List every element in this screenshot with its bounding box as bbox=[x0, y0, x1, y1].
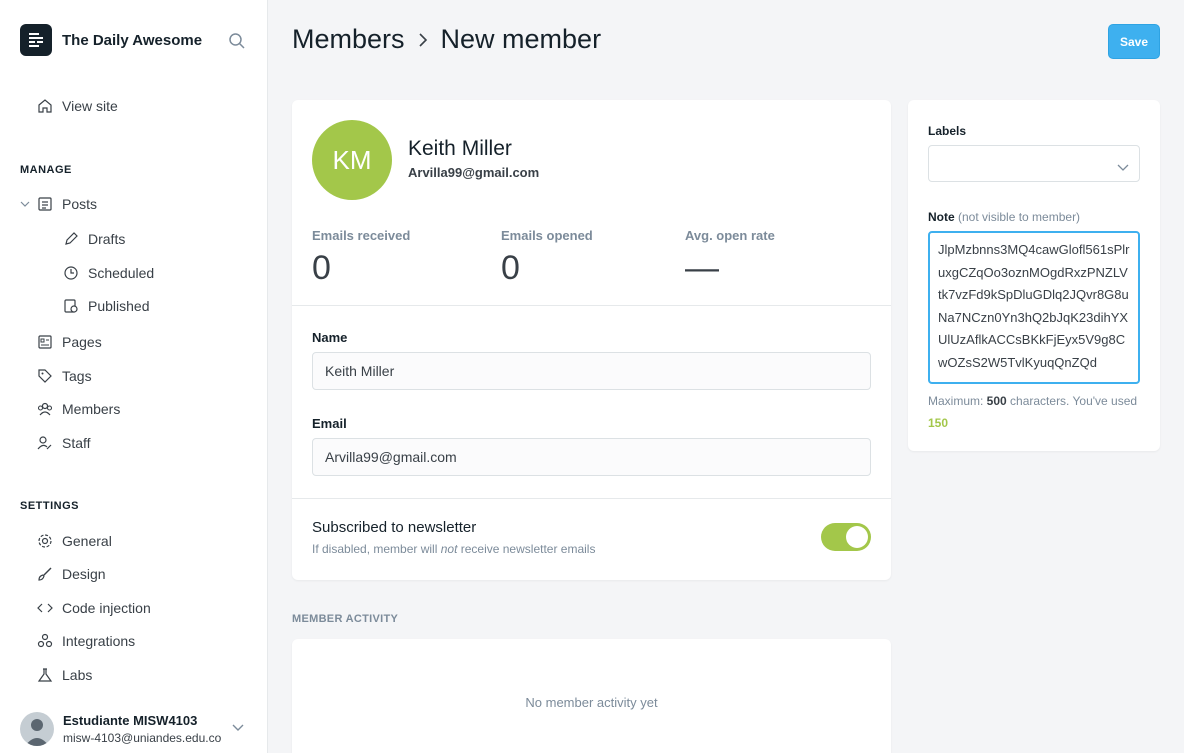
member-email: Arvilla99@gmail.com bbox=[408, 165, 540, 180]
email-label: Email bbox=[312, 416, 347, 431]
nav-general-label: General bbox=[62, 533, 112, 549]
members-icon bbox=[36, 400, 54, 418]
nav-scheduled-label: Scheduled bbox=[88, 265, 155, 281]
nav-labs[interactable]: Labs bbox=[36, 666, 92, 684]
stat-emails-received: Emails received 0 bbox=[312, 228, 410, 288]
stat-value: 0 bbox=[312, 249, 331, 287]
newsletter-title: Subscribed to newsletter bbox=[312, 519, 477, 536]
user-name: Estudiante MISW4103 bbox=[63, 713, 198, 728]
nav-scheduled[interactable]: Scheduled bbox=[62, 264, 154, 282]
nav-general[interactable]: General bbox=[36, 532, 112, 550]
nav-members[interactable]: Members bbox=[36, 400, 120, 418]
nav-drafts[interactable]: Drafts bbox=[62, 230, 125, 248]
integrations-icon bbox=[36, 632, 54, 650]
nav-design[interactable]: Design bbox=[36, 565, 106, 583]
stat-value: — bbox=[685, 249, 719, 287]
nav-view-site-label: View site bbox=[62, 98, 118, 114]
sidebar: The Daily Awesome View site MANAGE Posts… bbox=[0, 0, 268, 753]
manage-section-label: MANAGE bbox=[20, 164, 72, 176]
nav-posts-label: Posts bbox=[62, 196, 98, 212]
nav-code-injection[interactable]: Code injection bbox=[36, 599, 151, 617]
save-button[interactable]: Save bbox=[1108, 24, 1160, 59]
breadcrumb: Members New member bbox=[292, 24, 601, 55]
labels-select[interactable] bbox=[928, 145, 1140, 182]
nav-drafts-label: Drafts bbox=[88, 231, 126, 247]
flask-icon bbox=[36, 666, 54, 684]
member-name: Keith Miller bbox=[408, 137, 512, 160]
name-field[interactable]: Keith Miller bbox=[312, 352, 871, 390]
newsletter-toggle[interactable] bbox=[821, 523, 871, 551]
breadcrumb-members-link[interactable]: Members bbox=[292, 24, 405, 55]
member-activity-heading: MEMBER ACTIVITY bbox=[292, 613, 399, 625]
brand-title: The Daily Awesome bbox=[62, 31, 203, 49]
member-side-card: Labels Note (not visible to member) JlpM… bbox=[908, 100, 1160, 451]
brand[interactable]: The Daily Awesome bbox=[20, 24, 202, 56]
activity-empty-text: No member activity yet bbox=[525, 695, 658, 710]
nav-pages[interactable]: Pages bbox=[36, 333, 102, 351]
nav-design-label: Design bbox=[62, 566, 106, 582]
code-icon bbox=[36, 599, 54, 617]
stat-label: Emails received bbox=[312, 228, 411, 243]
nav-pages-label: Pages bbox=[62, 334, 102, 350]
clock-icon bbox=[62, 264, 80, 282]
chevron-down-icon[interactable] bbox=[231, 720, 245, 738]
nav-labs-label: Labs bbox=[62, 667, 93, 683]
nav-code-injection-label: Code injection bbox=[62, 600, 151, 616]
search-icon[interactable] bbox=[228, 32, 246, 55]
stat-emails-opened: Emails opened 0 bbox=[501, 228, 593, 288]
note-textarea[interactable]: JlpMzbnns3MQ4cawGlofl561sPlruxgCZqOo3ozn… bbox=[928, 231, 1140, 384]
page-title: New member bbox=[440, 24, 602, 54]
note-char-count: Maximum: 500 characters. You've used 150 bbox=[928, 394, 1138, 430]
chevron-down-icon[interactable] bbox=[20, 195, 30, 213]
settings-section-label: SETTINGS bbox=[20, 500, 80, 512]
avatar bbox=[20, 712, 54, 746]
brush-icon bbox=[36, 565, 54, 583]
home-icon bbox=[36, 97, 54, 115]
member-avatar: KM bbox=[312, 120, 392, 200]
stat-value: 0 bbox=[501, 249, 520, 287]
chevron-right-icon bbox=[417, 31, 429, 49]
published-icon bbox=[62, 297, 80, 315]
nav-view-site[interactable]: View site bbox=[36, 97, 118, 115]
user-menu[interactable]: Estudiante MISW4103 misw-4103@uniandes.e… bbox=[20, 712, 245, 746]
member-details-card: KM Keith Miller Arvilla99@gmail.com Emai… bbox=[292, 100, 891, 580]
stat-label: Avg. open rate bbox=[685, 228, 775, 243]
stat-label: Emails opened bbox=[501, 228, 593, 243]
nav-published-label: Published bbox=[88, 298, 150, 314]
labels-label: Labels bbox=[928, 124, 967, 138]
nav-staff[interactable]: Staff bbox=[36, 434, 91, 452]
pages-icon bbox=[36, 333, 54, 351]
nav-integrations[interactable]: Integrations bbox=[36, 632, 135, 650]
nav-tags[interactable]: Tags bbox=[36, 367, 92, 385]
divider bbox=[292, 305, 891, 306]
newsletter-description: If disabled, member will not receive new… bbox=[312, 542, 596, 556]
member-activity-card: No member activity yet bbox=[292, 639, 891, 753]
nav-posts[interactable]: Posts bbox=[20, 195, 97, 213]
toggle-knob bbox=[846, 526, 868, 548]
note-label: Note (not visible to member) bbox=[928, 210, 1081, 224]
email-field[interactable]: Arvilla99@gmail.com bbox=[312, 438, 871, 476]
name-label: Name bbox=[312, 330, 348, 345]
tag-icon bbox=[36, 367, 54, 385]
nav-members-label: Members bbox=[62, 401, 121, 417]
stat-open-rate: Avg. open rate — bbox=[685, 228, 775, 288]
nav-staff-label: Staff bbox=[62, 435, 91, 451]
nav-integrations-label: Integrations bbox=[62, 633, 136, 649]
nav-published[interactable]: Published bbox=[62, 297, 150, 315]
chevron-down-icon bbox=[1117, 159, 1129, 177]
divider bbox=[292, 498, 891, 499]
gear-icon bbox=[36, 532, 54, 550]
nav-tags-label: Tags bbox=[62, 368, 92, 384]
pencil-icon bbox=[62, 230, 80, 248]
brand-logo-icon bbox=[20, 24, 52, 56]
posts-icon bbox=[36, 195, 54, 213]
staff-icon bbox=[36, 434, 54, 452]
user-email: misw-4103@uniandes.edu.co bbox=[63, 731, 222, 745]
